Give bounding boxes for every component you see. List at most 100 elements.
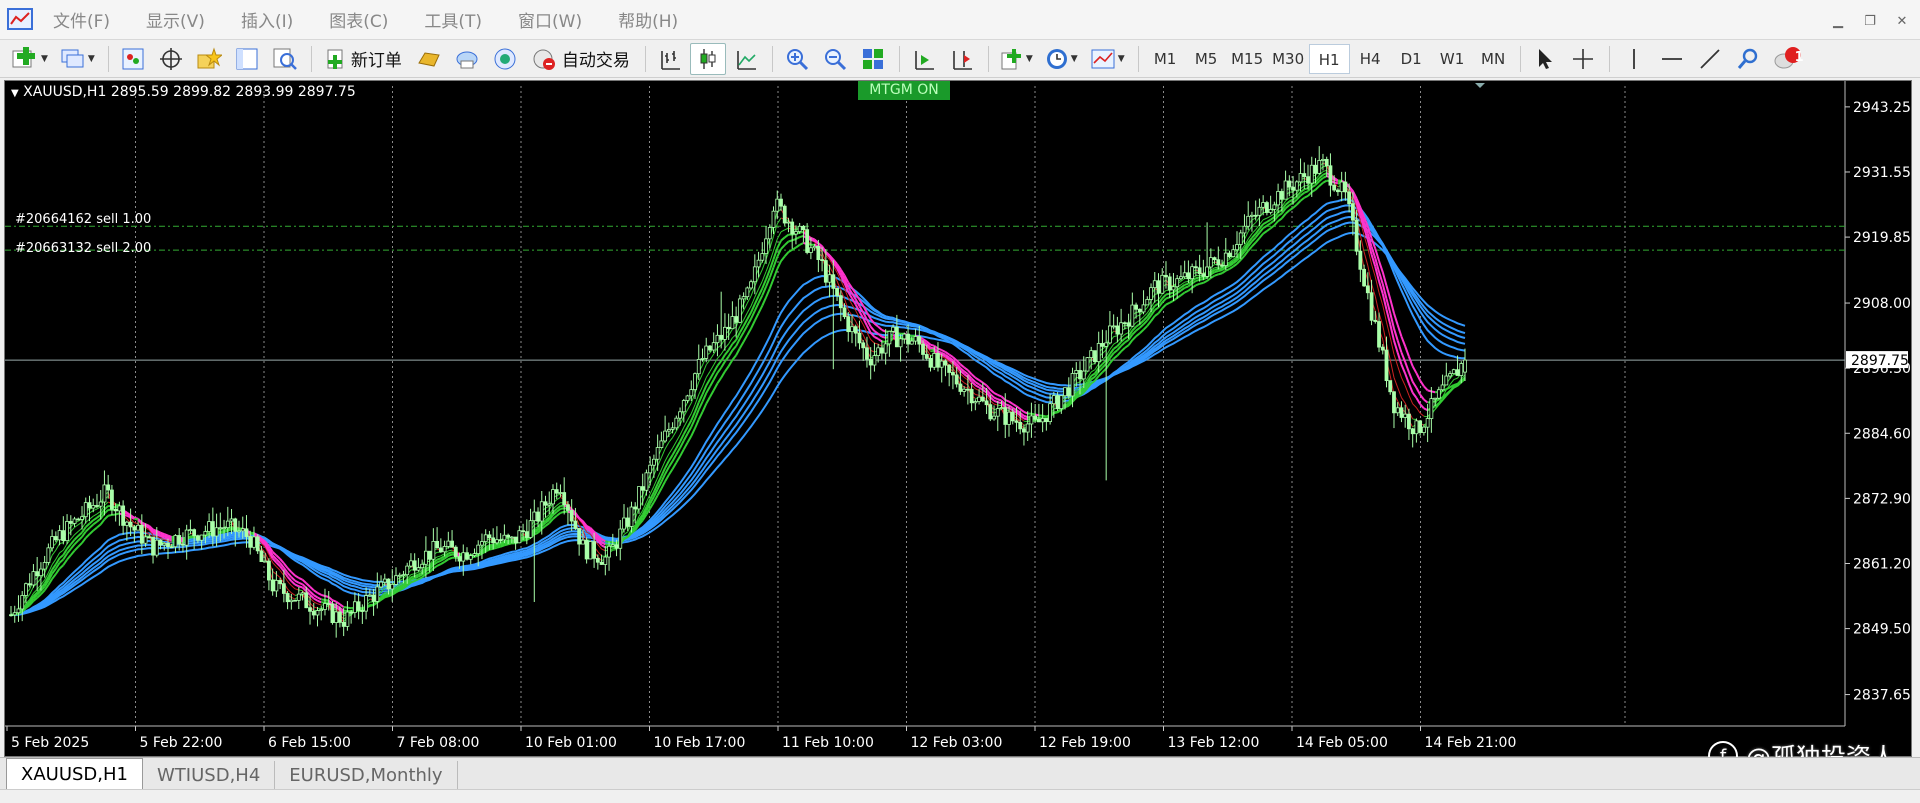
auto-trading-button[interactable]: 自动交易 (525, 43, 637, 75)
candle-body (65, 521, 69, 542)
candle-body (453, 546, 458, 557)
zoom-in-button[interactable] (779, 43, 815, 75)
signal-radar-icon (494, 48, 516, 69)
timeframe-button-h4[interactable]: H4 (1350, 44, 1391, 74)
new-chart-button[interactable]: ▼ (6, 43, 53, 75)
timeframe-button-h1[interactable]: H1 (1308, 43, 1350, 74)
menu-item[interactable]: 显示(V) (134, 7, 217, 32)
candle-body (319, 609, 324, 611)
candlestick-button[interactable] (689, 42, 726, 75)
mtgm-status-badge: MTGM ON (858, 81, 950, 100)
candle-body (12, 612, 17, 616)
timeframe-button-mn[interactable]: MN (1473, 44, 1514, 74)
chart-tab[interactable]: EURUSD,Monthly (275, 761, 458, 789)
candle-body (390, 583, 395, 590)
candle-body (1051, 395, 1056, 405)
profiles-button[interactable]: ▼ (55, 43, 100, 75)
chart-shift-button[interactable] (944, 43, 980, 75)
chart-tab-bar: XAUUSD,H1 WTIUSD,H4 EURUSD,Monthly (0, 757, 1920, 789)
candle-body (199, 534, 204, 541)
terminal-button[interactable] (229, 43, 265, 75)
fast-ma-segment (507, 540, 513, 544)
bar-chart-button[interactable] (652, 43, 688, 75)
close-button[interactable]: ✕ (1890, 10, 1914, 32)
fast-ma-segment (1031, 412, 1036, 416)
candle-body (1186, 272, 1191, 280)
fast-ma-segment (1195, 276, 1200, 280)
menu-item[interactable]: 文件(F) (41, 7, 122, 32)
candle-body (1078, 370, 1082, 380)
zoom-out-button[interactable] (817, 43, 853, 75)
chart-tab[interactable]: WTIUSD,H4 (143, 761, 276, 789)
candle-body (648, 464, 653, 474)
candle-body (880, 347, 884, 354)
fast-ma-segment (1214, 273, 1219, 277)
minimize-button[interactable]: ▁ (1826, 10, 1850, 32)
market-watch-button[interactable] (115, 43, 151, 75)
timeframe-button-m15[interactable]: M15 (1227, 44, 1268, 74)
restore-button[interactable]: ❐ (1858, 10, 1882, 32)
candle-body (614, 544, 619, 549)
candle-body (1171, 286, 1176, 291)
signals-button[interactable] (487, 43, 523, 75)
strategy-tester-button[interactable] (267, 43, 303, 75)
fast-ma-segment (1165, 296, 1171, 300)
current-price-label: 2897.75 (1851, 353, 1909, 369)
candle-body (397, 574, 402, 577)
timeframe-button-w1[interactable]: W1 (1432, 44, 1473, 74)
fast-ma-segment (152, 528, 158, 532)
menu-item[interactable]: 窗口(W) (506, 7, 594, 32)
timeframe-button-m5[interactable]: M5 (1186, 44, 1227, 74)
candle-body (1182, 272, 1187, 278)
indicators-button[interactable]: ▼ (995, 43, 1038, 75)
candle-body (730, 316, 735, 330)
cloud-button[interactable] (449, 43, 485, 75)
trendline-button[interactable] (1692, 43, 1728, 75)
timeframe-button-d1[interactable]: D1 (1391, 44, 1432, 74)
fast-ma-segment (1423, 415, 1428, 418)
candle-body (1033, 415, 1038, 420)
fast-ma-segment (799, 231, 804, 234)
cursor-button[interactable] (1527, 43, 1563, 75)
navigator-button[interactable] (191, 43, 227, 75)
navigator-star-icon (197, 46, 222, 68)
horizontal-line-button[interactable] (1654, 43, 1690, 75)
candle-body (719, 334, 724, 340)
candle-body (1347, 191, 1352, 205)
price-chart[interactable]: 5 Feb 2025 5 Feb 22:00 6 Feb 15:00 7 Feb 08… (5, 81, 1911, 756)
zoom-out-icon (824, 48, 846, 70)
notifications-button[interactable]: 1 (1768, 43, 1808, 75)
new-order-button[interactable]: 新订单 (318, 43, 409, 75)
menu-item[interactable]: 工具(T) (412, 7, 494, 32)
candle-body (536, 511, 540, 522)
candle-body (491, 537, 496, 544)
candle-body (270, 579, 275, 592)
menu-item[interactable]: 插入(I) (229, 7, 305, 32)
candle-body (1201, 273, 1206, 277)
chart-area[interactable]: 5 Feb 2025 5 Feb 22:00 6 Feb 15:00 7 Feb 08… (4, 80, 1912, 757)
collapse-arrow-icon[interactable]: ▼ (11, 88, 19, 99)
candle-body (1055, 395, 1060, 409)
timeframe-button-m1[interactable]: M1 (1145, 44, 1186, 74)
crosshair-button[interactable] (1565, 43, 1601, 75)
tile-windows-button[interactable] (855, 43, 891, 75)
candle-body (1440, 384, 1445, 391)
auto-scroll-button[interactable] (906, 43, 942, 75)
templates-button[interactable]: ▼ (1085, 43, 1130, 75)
data-window-button[interactable] (153, 43, 189, 75)
periods-button[interactable]: ▼ (1040, 43, 1083, 75)
menu-item[interactable]: 图表(C) (317, 7, 400, 32)
candle-body (797, 225, 802, 232)
line-chart-button[interactable] (728, 43, 764, 75)
vertical-line-button[interactable] (1616, 43, 1652, 75)
gold-bar-button[interactable] (411, 43, 447, 75)
x-tick-label: 5 Feb 2025 (11, 735, 89, 751)
candle-body (566, 504, 570, 511)
candle-body (1365, 285, 1370, 294)
timeframe-button-m30[interactable]: M30 (1268, 44, 1309, 74)
search-button[interactable] (1730, 43, 1766, 75)
fast-ma-segment (1023, 417, 1028, 421)
menu-item[interactable]: 帮助(H) (606, 7, 690, 32)
chart-tab[interactable]: XAUUSD,H1 (6, 758, 143, 789)
new-chart-icon (12, 46, 35, 67)
